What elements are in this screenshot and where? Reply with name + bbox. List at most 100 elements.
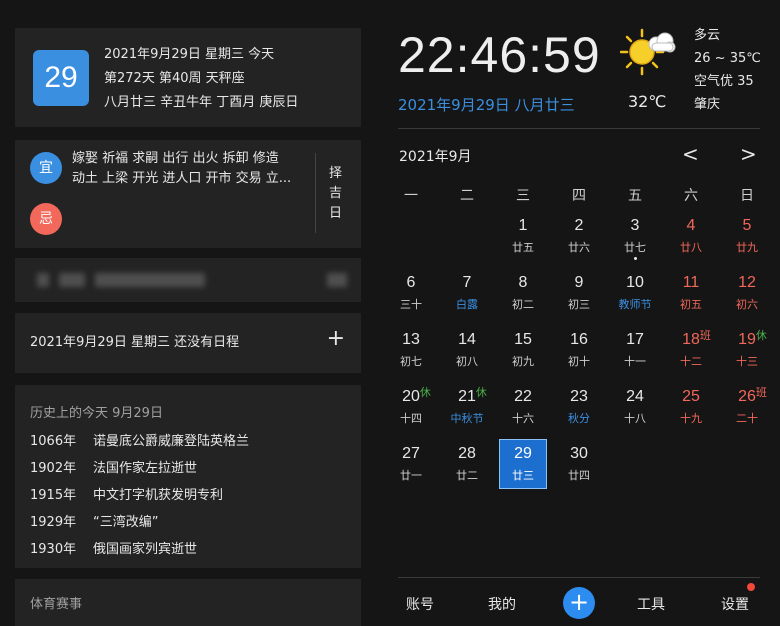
day-number-text: 10 — [626, 274, 644, 291]
day-number-text: 7 — [462, 274, 472, 291]
weather-info[interactable]: 多云 26 ~ 35℃ 空气优 35 肇庆 — [694, 24, 761, 116]
calendar-day[interactable]: 4 廿八 — [663, 213, 719, 270]
day-number: 14 — [458, 329, 476, 351]
calendar-day[interactable]: 14 初八 — [439, 327, 495, 384]
day-number-text: 13 — [402, 331, 420, 348]
lunar-day: 初三 — [568, 298, 590, 311]
calendar-day[interactable]: 1 廿五 — [495, 213, 551, 270]
calendar-day[interactable]: 26 班二十 — [719, 384, 775, 441]
weekday-label: 三 — [516, 188, 530, 204]
day-number: 16 — [570, 329, 588, 351]
calendar-day[interactable]: 8 初二 — [495, 270, 551, 327]
calendar-day[interactable]: 24 十八 — [607, 384, 663, 441]
calendar-day[interactable]: 22 十六 — [495, 384, 551, 441]
add-button[interactable]: + — [563, 587, 595, 619]
calendar-day[interactable]: 19 休十三 — [719, 327, 775, 384]
calendar-day[interactable]: 7 白露 — [439, 270, 495, 327]
sun-cloud-icon — [620, 28, 676, 76]
blurred-banner[interactable] — [15, 258, 361, 302]
lunar-day: 十四 — [400, 412, 422, 425]
yi-text-line-1: 嫁娶 祈福 求嗣 出行 出火 拆卸 修造 — [72, 151, 279, 166]
history-item[interactable]: 1066年 诺曼底公爵威廉登陆英格兰 — [30, 428, 249, 455]
calendar-day[interactable]: 20 休十四 — [383, 384, 439, 441]
holiday-tag: 休 — [475, 387, 487, 399]
nav-account[interactable]: 账号 — [406, 594, 434, 614]
lunar-day: 十八 — [624, 412, 646, 425]
add-schedule-button[interactable]: + — [327, 326, 345, 352]
day-number: 26 班 — [738, 386, 767, 408]
calendar-day[interactable]: 23 秋分 — [551, 384, 607, 441]
history-event: 法国作家左拉逝世 — [93, 461, 198, 476]
day-number-text: 22 — [514, 388, 532, 405]
weekday-label: 二 — [460, 188, 474, 204]
nav-mine[interactable]: 我的 — [488, 594, 516, 614]
history-item[interactable]: 1915年 中文打字机获发明专利 — [30, 482, 249, 509]
calendar-day[interactable]: 12 初六 — [719, 270, 775, 327]
calendar-day[interactable]: 17 十一 — [607, 327, 663, 384]
sports-card[interactable]: 体育赛事 — [15, 579, 361, 626]
lunar-day: 三十 — [400, 298, 422, 311]
calendar-day[interactable]: 18 班十二 — [663, 327, 719, 384]
day-number-text: 5 — [742, 217, 752, 234]
day-number-text: 25 — [682, 388, 700, 405]
day-number: 3 — [631, 215, 640, 237]
history-year: 1930年 — [30, 542, 77, 557]
calendar-day[interactable]: 5 廿九 — [719, 213, 775, 270]
calendar-day[interactable]: 13 初七 — [383, 327, 439, 384]
date-line-lunar: 八月廿三 辛丑牛年 丁酉月 庚辰日 — [104, 95, 299, 110]
calendar-day[interactable]: 27 廿一 — [383, 441, 439, 498]
lunar-day: 初二 — [512, 298, 534, 311]
day-number: 9 — [575, 272, 584, 294]
lunar-day: 廿九 — [736, 241, 758, 254]
calendar-day[interactable]: 6 三十 — [383, 270, 439, 327]
day-number: 25 — [682, 386, 700, 408]
calendar-day[interactable]: 28 廿二 — [439, 441, 495, 498]
lunar-day: 廿八 — [680, 241, 702, 254]
lunar-day: 初十 — [568, 355, 590, 368]
day-number-text: 3 — [630, 217, 640, 234]
history-year: 1902年 — [30, 461, 77, 476]
calendar-day[interactable]: 25 十九 — [663, 384, 719, 441]
calendar-day[interactable]: 2 廿六 — [551, 213, 607, 270]
calendar-day[interactable]: 21 休中秋节 — [439, 384, 495, 441]
lunar-day: 初六 — [736, 298, 758, 311]
history-item[interactable]: 1930年 俄国画家列宾逝世 — [30, 536, 249, 563]
history-event: 中文打字机获发明专利 — [93, 488, 224, 503]
date-info: 2021年9月29日 星期三 今天 第272天 第40周 天秤座 八月廿三 辛丑… — [104, 43, 298, 115]
workday-tag: 班 — [699, 330, 711, 342]
lunar-day: 初九 — [512, 355, 534, 368]
day-number-text: 11 — [682, 274, 700, 291]
nav-settings[interactable]: 设置 — [721, 594, 749, 614]
workday-tag: 班 — [755, 387, 767, 399]
next-month-button[interactable]: > — [740, 142, 757, 166]
calendar-day[interactable]: 10 教师节 — [607, 270, 663, 327]
prev-month-button[interactable]: < — [682, 142, 699, 166]
calendar-month-title[interactable]: 2021年9月 — [399, 146, 472, 166]
day-number: 1 — [519, 215, 528, 237]
calendar-day[interactable]: 9 初三 — [551, 270, 607, 327]
calendar-day[interactable]: 3 廿七 — [607, 213, 663, 270]
yi-row: 宜 — [30, 152, 62, 184]
schedule-card: 2021年9月29日 星期三 还没有日程 + — [15, 313, 361, 373]
calendar-day[interactable]: 11 初五 — [663, 270, 719, 327]
history-event: 诺曼底公爵威廉登陆英格兰 — [93, 434, 250, 449]
holiday-tag: 休 — [419, 387, 431, 399]
calendar-day[interactable]: 15 初九 — [495, 327, 551, 384]
date-card: 29 2021年9月29日 星期三 今天 第272天 第40周 天秤座 八月廿三… — [15, 28, 361, 127]
clock-time: 22:46:59 — [398, 27, 601, 83]
day-number-text: 12 — [738, 274, 756, 291]
calendar-day-selected[interactable]: 29 廿三 — [495, 439, 551, 498]
calendar-day[interactable]: 16 初十 — [551, 327, 607, 384]
blurred-content — [327, 273, 347, 287]
nav-tools[interactable]: 工具 — [637, 594, 665, 614]
day-number: 27 — [402, 443, 420, 465]
history-item[interactable]: 1902年 法国作家左拉逝世 — [30, 455, 249, 482]
zeji-button[interactable]: 择吉日 — [329, 164, 345, 224]
day-number-text: 17 — [626, 331, 644, 348]
day-number-text: 29 — [514, 445, 532, 462]
calendar-day[interactable]: 30 廿四 — [551, 441, 607, 498]
day-number-text: 30 — [570, 445, 588, 462]
holiday-tag: 休 — [755, 330, 767, 342]
history-item[interactable]: 1929年 “三湾改编” — [30, 509, 249, 536]
day-number: 5 — [743, 215, 752, 237]
